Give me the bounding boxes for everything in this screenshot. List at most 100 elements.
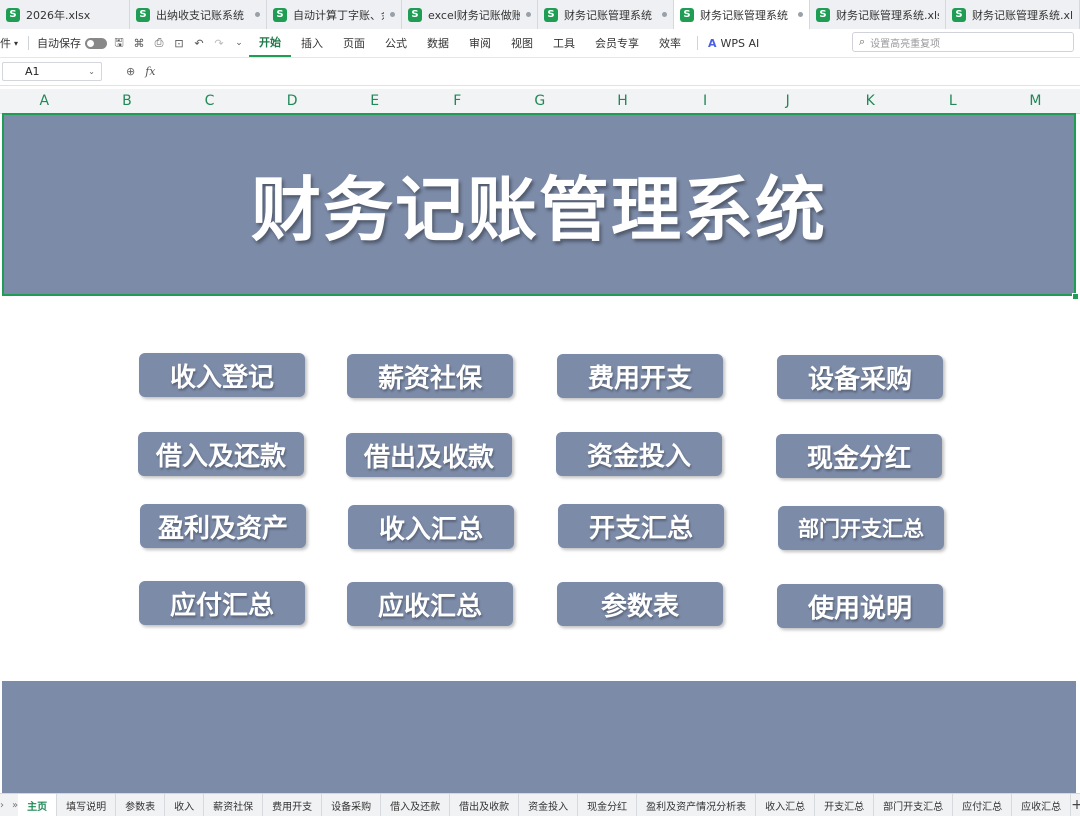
column-header-i[interactable]: I bbox=[664, 89, 747, 113]
menu-item-insert[interactable]: 插入 bbox=[291, 29, 333, 57]
menu-item-member[interactable]: 会员专享 bbox=[585, 29, 649, 57]
spreadsheet-icon: S bbox=[408, 8, 422, 22]
file-tab-5[interactable]: S 财务记账管理系统（全 bbox=[538, 0, 674, 29]
selected-title-banner[interactable]: 财务记账管理系统 bbox=[2, 113, 1076, 296]
nav-button-receivables-summary[interactable]: 应收汇总 bbox=[347, 582, 513, 626]
format-painter-icon[interactable]: ⌘ bbox=[131, 35, 147, 51]
sheet-tab-lending[interactable]: 借出及收款 bbox=[450, 794, 519, 816]
nav-button-expenses[interactable]: 费用开支 bbox=[557, 354, 723, 398]
sheet-tab-income-summary[interactable]: 收入汇总 bbox=[756, 794, 815, 816]
chevron-down-icon: ⌄ bbox=[88, 67, 95, 76]
function-icon[interactable]: fx bbox=[145, 65, 155, 78]
undo-icon[interactable]: ↶ bbox=[191, 35, 207, 51]
column-header-j[interactable]: J bbox=[746, 89, 829, 113]
nav-button-cash-dividend[interactable]: 现金分红 bbox=[776, 434, 942, 478]
sheet-tab-receivables[interactable]: 应收汇总 bbox=[1012, 794, 1071, 816]
menu-item-tools[interactable]: 工具 bbox=[543, 29, 585, 57]
nav-button-department-expense-summary[interactable]: 部门开支汇总 bbox=[778, 506, 944, 550]
nav-button-income-summary[interactable]: 收入汇总 bbox=[348, 505, 514, 549]
sheet-tab-capital[interactable]: 资金投入 bbox=[519, 794, 578, 816]
nav-button-expense-summary[interactable]: 开支汇总 bbox=[558, 504, 724, 548]
file-tab-2[interactable]: S 出纳收支记账系统（ bbox=[130, 0, 267, 29]
file-tab-6-active[interactable]: S 财务记账管理系统（ bbox=[674, 0, 810, 29]
command-search-input[interactable]: ⌕ 设置高亮重复项 bbox=[852, 32, 1074, 52]
worksheet-area[interactable]: 财务记账管理系统 收入登记 薪资社保 费用开支 设备采购 借入及还款 借出及收款… bbox=[2, 113, 1076, 793]
wps-ai-label: WPS AI bbox=[721, 37, 760, 50]
cell-reference: A1 bbox=[25, 65, 40, 78]
sheet-tab-borrowing[interactable]: 借入及还款 bbox=[381, 794, 450, 816]
redo-icon[interactable]: ↷ bbox=[211, 35, 227, 51]
menu-item-home[interactable]: 开始 bbox=[249, 29, 291, 57]
file-tab-title: excel财务记账做账 bbox=[428, 7, 520, 23]
divider bbox=[28, 36, 29, 50]
file-tab-7[interactable]: S 财务记账管理系统.xls bbox=[810, 0, 946, 29]
nav-button-lending-collection[interactable]: 借出及收款 bbox=[346, 433, 512, 477]
column-header-k[interactable]: K bbox=[829, 89, 912, 113]
menu-item-page[interactable]: 页面 bbox=[333, 29, 375, 57]
sheet-nav-arrows: › » bbox=[0, 800, 18, 811]
nav-button-user-guide[interactable]: 使用说明 bbox=[777, 584, 943, 628]
file-tab-1[interactable]: S 2026年.xlsx bbox=[0, 0, 130, 29]
sheet-tab-equipment[interactable]: 设备采购 bbox=[322, 794, 381, 816]
name-box[interactable]: A1 ⌄ bbox=[2, 62, 102, 81]
sheet-tab-salary[interactable]: 薪资社保 bbox=[204, 794, 263, 816]
sheet-tab-expense-summary[interactable]: 开支汇总 bbox=[815, 794, 874, 816]
file-tab-4[interactable]: S excel财务记账做账 bbox=[402, 0, 538, 29]
toggle-switch-icon bbox=[85, 38, 107, 49]
sheet-tab-profit-analysis[interactable]: 盈利及资产情况分析表 bbox=[637, 794, 756, 816]
nav-button-borrowing-repayment[interactable]: 借入及还款 bbox=[138, 432, 304, 476]
add-sheet-icon[interactable]: + bbox=[1071, 797, 1080, 813]
nav-button-parameter-table[interactable]: 参数表 bbox=[557, 582, 723, 626]
sheet-tab-payables[interactable]: 应付汇总 bbox=[953, 794, 1012, 816]
file-tab-8[interactable]: S 财务记账管理系统.xl bbox=[946, 0, 1080, 29]
column-header-c[interactable]: C bbox=[168, 89, 251, 113]
nav-button-profit-assets[interactable]: 盈利及资产 bbox=[140, 504, 306, 548]
wps-ai-button[interactable]: AWPS AI bbox=[704, 29, 763, 57]
column-header-h[interactable]: H bbox=[581, 89, 664, 113]
menu-item-efficiency[interactable]: 效率 bbox=[649, 29, 691, 57]
file-menu[interactable]: 件▾ bbox=[0, 29, 22, 57]
divider bbox=[697, 36, 698, 50]
print-icon[interactable]: ⎙ bbox=[151, 35, 167, 51]
menu-item-data[interactable]: 数据 bbox=[417, 29, 459, 57]
file-tab-3[interactable]: S 自动计算丁字账、余 bbox=[267, 0, 402, 29]
unsaved-dot-icon bbox=[390, 12, 395, 17]
zoom-icon[interactable]: ⊕ bbox=[126, 65, 135, 78]
print-preview-icon[interactable]: ⊡ bbox=[171, 35, 187, 51]
sheet-tab-instructions[interactable]: 填写说明 bbox=[57, 794, 116, 816]
file-tab-title: 财务记账管理系统（全 bbox=[564, 7, 656, 23]
unsaved-dot-icon bbox=[662, 12, 667, 17]
column-header-a[interactable]: A bbox=[3, 89, 86, 113]
fill-handle[interactable] bbox=[1072, 293, 1079, 300]
chevron-down-icon[interactable]: ⌄ bbox=[231, 35, 247, 51]
file-tab-title: 出纳收支记账系统（ bbox=[156, 7, 249, 23]
menu-item-view[interactable]: 视图 bbox=[501, 29, 543, 57]
sheet-tab-parameters[interactable]: 参数表 bbox=[116, 794, 165, 816]
chevron-down-icon: ▾ bbox=[14, 39, 18, 48]
nav-button-salary-insurance[interactable]: 薪资社保 bbox=[347, 354, 513, 398]
unsaved-dot-icon bbox=[255, 12, 260, 17]
column-header-b[interactable]: B bbox=[86, 89, 169, 113]
menu-item-review[interactable]: 审阅 bbox=[459, 29, 501, 57]
menu-item-formula[interactable]: 公式 bbox=[375, 29, 417, 57]
sheet-tab-department-summary[interactable]: 部门开支汇总 bbox=[874, 794, 953, 816]
autosave-toggle[interactable]: 自动保存 bbox=[35, 29, 109, 57]
chevron-right-icon[interactable]: › bbox=[0, 800, 4, 811]
column-header-f[interactable]: F bbox=[416, 89, 499, 113]
sheet-tab-expenses[interactable]: 费用开支 bbox=[263, 794, 322, 816]
nav-button-capital-investment[interactable]: 资金投入 bbox=[556, 432, 722, 476]
column-header-g[interactable]: G bbox=[499, 89, 582, 113]
save-icon[interactable]: 🖫 bbox=[111, 35, 127, 51]
column-header-e[interactable]: E bbox=[333, 89, 416, 113]
nav-button-payables-summary[interactable]: 应付汇总 bbox=[139, 581, 305, 625]
nav-button-income-registration[interactable]: 收入登记 bbox=[139, 353, 305, 397]
nav-button-equipment-purchase[interactable]: 设备采购 bbox=[777, 355, 943, 399]
file-tab-title: 自动计算丁字账、余 bbox=[293, 7, 384, 23]
sheet-tab-dividend[interactable]: 现金分红 bbox=[578, 794, 637, 816]
column-header-l[interactable]: L bbox=[912, 89, 995, 113]
column-header-m[interactable]: M bbox=[994, 89, 1077, 113]
sheet-tab-income[interactable]: 收入 bbox=[165, 794, 204, 816]
formula-input[interactable] bbox=[170, 62, 1080, 81]
sheet-tab-home[interactable]: 主页 bbox=[18, 794, 57, 816]
column-header-d[interactable]: D bbox=[251, 89, 334, 113]
